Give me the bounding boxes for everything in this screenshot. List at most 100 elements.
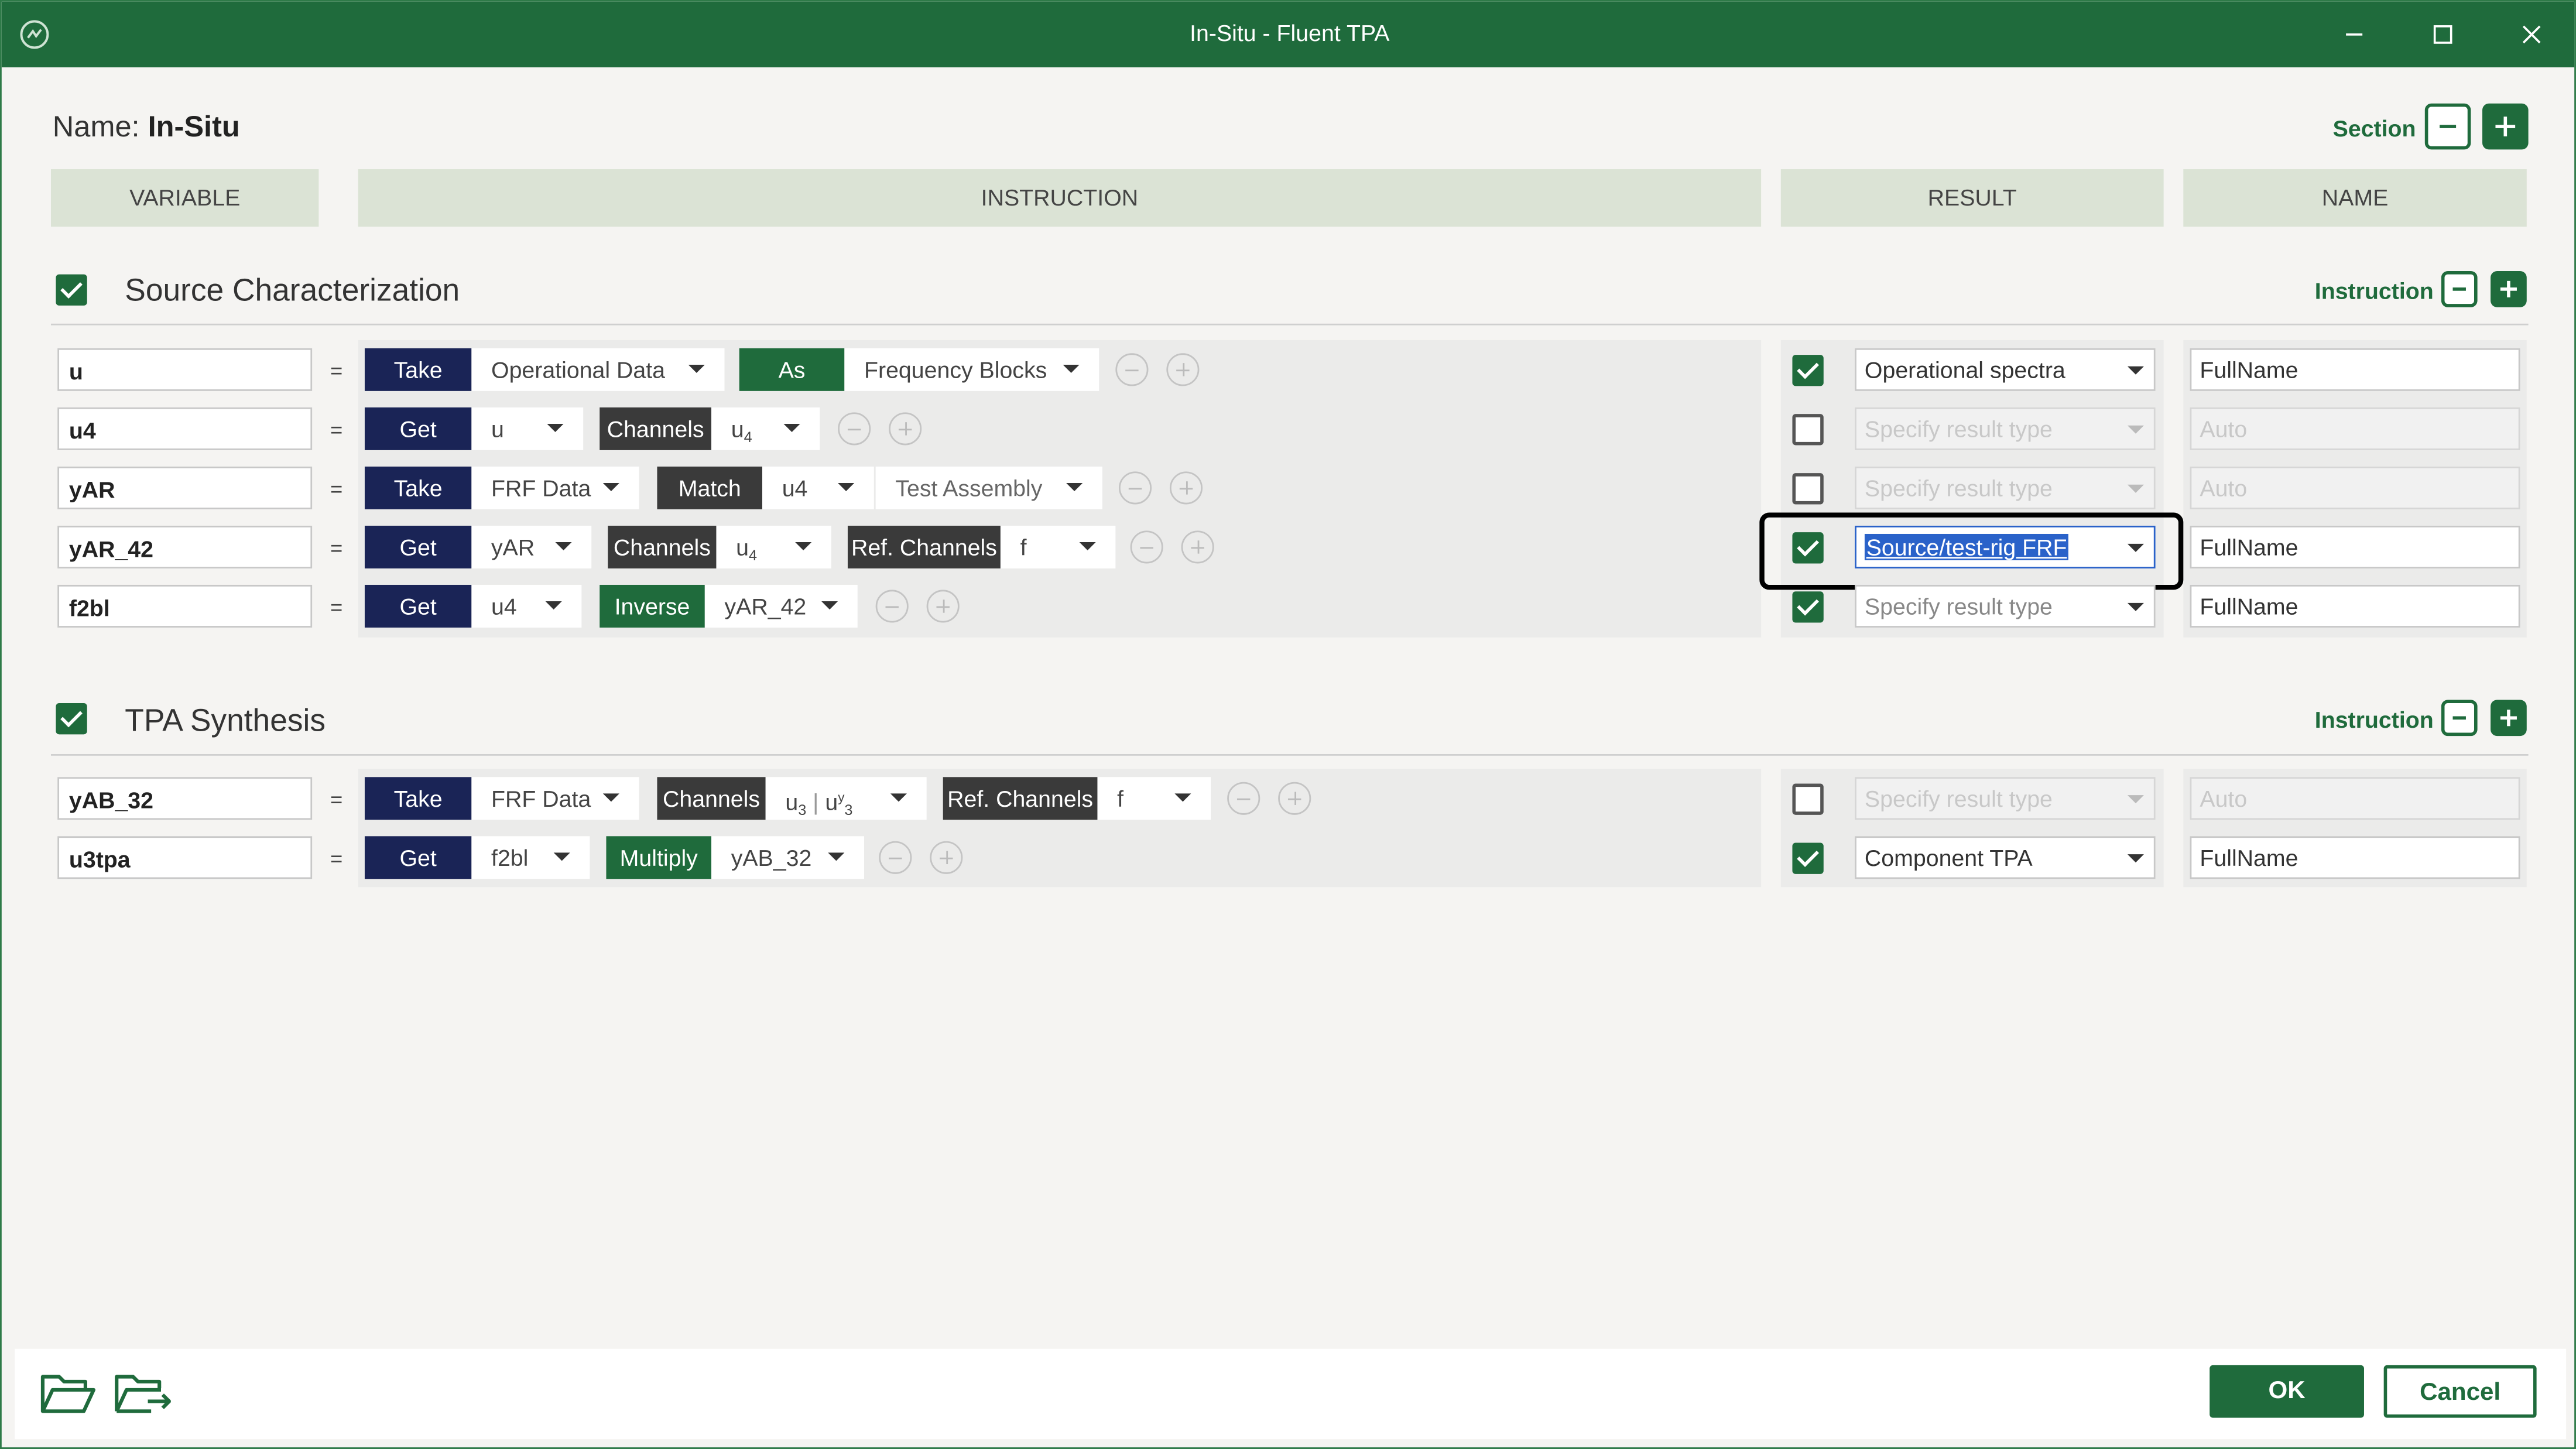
ref-channel-dropdown[interactable]: f	[1000, 525, 1116, 568]
channel-dropdown[interactable]: u4	[716, 525, 831, 568]
add-instruction-button[interactable]	[2491, 271, 2527, 307]
result-type-dropdown[interactable]: Specify result type	[1855, 584, 2156, 628]
remove-token-button[interactable]	[1118, 471, 1152, 505]
result-checkbox[interactable]	[1792, 473, 1824, 505]
channel-dropdown[interactable]: u4	[711, 407, 820, 450]
cancel-button[interactable]: Cancel	[2383, 1365, 2537, 1418]
source-dropdown[interactable]: u4	[471, 584, 582, 628]
dropdown-value: Frequency Blocks	[864, 356, 1047, 383]
operator-match[interactable]: Match	[657, 466, 763, 509]
variable-input[interactable]: u4	[57, 407, 313, 450]
remove-section-button[interactable]	[2424, 103, 2471, 150]
ref-channel-dropdown[interactable]: f	[1097, 777, 1211, 820]
name-input[interactable]: FullName	[2190, 525, 2520, 568]
export-folder-icon[interactable]	[112, 1367, 171, 1420]
source-dropdown[interactable]: u	[471, 407, 584, 450]
add-token-button[interactable]	[1181, 530, 1214, 564]
name-input[interactable]: Auto	[2190, 777, 2520, 820]
add-token-button[interactable]	[889, 412, 922, 446]
name-input[interactable]: FullName	[2190, 836, 2520, 879]
source-dropdown[interactable]: yAR	[471, 525, 592, 568]
result-type-dropdown[interactable]: Operational spectra	[1855, 348, 2156, 391]
result-checkbox[interactable]	[1792, 783, 1824, 815]
column-header-variable: VARIABLE	[50, 169, 319, 227]
operator-take[interactable]: Take	[364, 777, 472, 820]
remove-token-button[interactable]	[879, 841, 912, 874]
remove-token-button[interactable]	[1115, 353, 1149, 386]
name-label: Name:	[52, 110, 140, 143]
variable-input[interactable]: yAB_32	[57, 777, 313, 820]
operator-get[interactable]: Get	[364, 525, 472, 568]
operator-ref-channels[interactable]: Ref. Channels	[847, 525, 1001, 568]
remove-token-button[interactable]	[838, 412, 871, 446]
variable-input[interactable]: u3tpa	[57, 836, 313, 879]
section-checkbox-source-characterization[interactable]	[56, 274, 87, 306]
variable-input[interactable]: yAR	[57, 466, 313, 509]
operator-channels[interactable]: Channels	[600, 407, 712, 450]
section-checkbox-tpa-synthesis[interactable]	[56, 703, 87, 735]
channel-dropdown[interactable]: u3 | uy3	[765, 777, 927, 820]
operand-dropdown[interactable]: yAB_32	[711, 836, 865, 879]
result-type-dropdown[interactable]: Specify result type	[1855, 466, 2156, 509]
add-token-button[interactable]	[1278, 782, 1311, 815]
close-icon	[2522, 25, 2541, 44]
operator-ref-channels[interactable]: Ref. Channels	[943, 777, 1098, 820]
add-token-button[interactable]	[926, 590, 960, 623]
source-dropdown[interactable]: f2bl	[471, 836, 590, 879]
close-button[interactable]	[2515, 18, 2548, 51]
result-type-dropdown[interactable]: Specify result type	[1855, 407, 2156, 450]
result-type-dropdown[interactable]: Component TPA	[1855, 836, 2156, 879]
add-section-button[interactable]	[2482, 103, 2529, 150]
remove-token-button[interactable]	[875, 590, 909, 623]
variable-input[interactable]: u	[57, 348, 313, 391]
operator-inverse[interactable]: Inverse	[600, 584, 705, 628]
equals-sign: =	[330, 476, 343, 501]
operator-channels[interactable]: Channels	[608, 525, 717, 568]
ok-button[interactable]: OK	[2210, 1365, 2364, 1418]
result-checkbox[interactable]	[1792, 842, 1824, 874]
name-input[interactable]: Auto	[2190, 466, 2520, 509]
source-dropdown[interactable]: FRF Data	[471, 777, 639, 820]
add-instruction-button[interactable]	[2491, 700, 2527, 737]
caret-down-icon	[828, 852, 845, 861]
minimize-button[interactable]	[2338, 18, 2371, 51]
caret-down-icon	[1174, 793, 1191, 802]
format-dropdown[interactable]: Frequency Blocks	[844, 348, 1099, 391]
add-token-button[interactable]	[1169, 471, 1203, 505]
remove-token-button[interactable]	[1227, 782, 1260, 815]
result-checkbox[interactable]	[1792, 414, 1824, 446]
assembly-dropdown[interactable]: Test Assembly	[875, 466, 1102, 509]
dropdown-value: u4	[491, 593, 517, 619]
result-type-dropdown[interactable]: Specify result type	[1855, 777, 2156, 820]
name-input[interactable]: Auto	[2190, 407, 2520, 450]
operator-as[interactable]: As	[739, 348, 845, 391]
operator-take[interactable]: Take	[364, 466, 472, 509]
operator-multiply[interactable]: Multiply	[606, 836, 712, 879]
operator-take[interactable]: Take	[364, 348, 472, 391]
name-input[interactable]: FullName	[2190, 584, 2520, 628]
operand-dropdown[interactable]: yAR_42	[704, 584, 858, 628]
variable-input[interactable]: yAR_42	[57, 525, 313, 568]
open-folder-icon[interactable]	[38, 1367, 97, 1420]
result-checkbox[interactable]	[1792, 591, 1824, 623]
remove-token-button[interactable]	[1130, 530, 1163, 564]
match-dropdown[interactable]: u4	[762, 466, 874, 509]
column-header-instruction: INSTRUCTION	[358, 169, 1762, 227]
name-input[interactable]: FullName	[2190, 348, 2520, 391]
remove-instruction-button[interactable]	[2441, 700, 2478, 737]
remove-instruction-button[interactable]	[2441, 271, 2478, 307]
maximize-button[interactable]	[2427, 18, 2459, 51]
operator-get[interactable]: Get	[364, 584, 472, 628]
result-checkbox[interactable]	[1792, 355, 1824, 386]
source-dropdown[interactable]: Operational Data	[471, 348, 725, 391]
equals-sign: =	[330, 417, 343, 442]
operator-get[interactable]: Get	[364, 407, 472, 450]
add-token-button[interactable]	[930, 841, 963, 874]
operator-get[interactable]: Get	[364, 836, 472, 879]
caret-down-icon	[602, 793, 619, 802]
add-token-button[interactable]	[1166, 353, 1200, 386]
variable-input[interactable]: f2bl	[57, 584, 313, 628]
source-dropdown[interactable]: FRF Data	[471, 466, 639, 509]
operator-channels[interactable]: Channels	[657, 777, 766, 820]
name-value[interactable]: In-Situ	[148, 110, 240, 143]
